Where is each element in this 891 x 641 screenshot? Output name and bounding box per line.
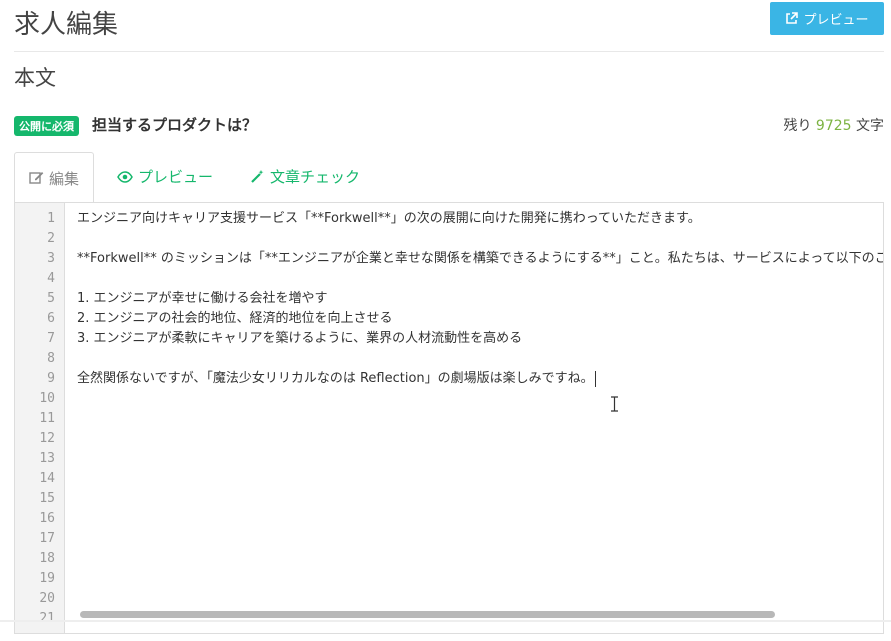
line-number: 17 [39,531,55,546]
remaining-characters: 残り 9725 文字 [783,115,884,135]
text-cursor [594,370,596,387]
tab-edit[interactable]: 編集 [14,152,95,204]
line-number: 8 [47,351,55,366]
editor-line: 全然関係ないですが、「魔法少女リリカルなのは Reflection」の劇場版は楽… [77,371,594,386]
markdown-editor[interactable]: 1 2 3 4 5 6 7 8 9 10 11 12 13 14 15 16 1… [14,202,884,634]
magic-wand-icon [250,169,265,184]
line-number: 3 [47,251,55,266]
field-label: 担当するプロダクトは？ [92,116,258,134]
required-badge: 公開に必須 [14,116,79,136]
editor-line: **Forkwell** のミッションは「**エンジニアが企業と幸せな関係を構築… [77,251,884,266]
line-number: 16 [39,511,55,526]
editor-line: エンジニア向けキャリア支援サービス「**Forkwell**」の次の展開に向けた… [77,211,701,226]
editor-tabs: 編集 プレビュー 文章チェック [14,152,884,204]
section-title: 本文 [14,66,56,90]
ibeam-cursor-icon [610,396,619,412]
external-link-icon [785,12,799,25]
line-number: 18 [39,551,55,566]
line-number: 5 [47,291,55,306]
line-number: 9 [47,371,55,386]
line-number: 6 [47,311,55,326]
edit-icon [29,171,44,185]
line-number: 1 [47,211,55,226]
scrollbar-thumb[interactable] [80,611,775,618]
tab-edit-label: 編集 [49,169,80,188]
editor-line: 2. エンジニアの社会的地位、経済的地位を向上させる [77,311,393,326]
line-number: 15 [39,491,55,506]
page-title: 求人編集 [14,10,119,40]
line-number: 4 [47,271,55,286]
line-number: 20 [39,591,55,606]
line-number: 12 [39,431,55,446]
tab-preview-label: プレビュー [138,168,214,186]
tab-text-check[interactable]: 文章チェック [250,152,360,201]
line-number-gutter: 1 2 3 4 5 6 7 8 9 10 11 12 13 14 15 16 1… [15,203,65,633]
horizontal-scrollbar[interactable] [77,609,883,619]
remaining-count: 9725 [815,118,852,134]
line-number: 19 [39,571,55,586]
preview-button-label: プレビュー [803,13,869,28]
eye-icon [117,170,133,183]
remaining-suffix: 文字 [856,118,884,134]
line-number: 21 [39,611,55,626]
preview-button[interactable]: プレビュー [770,2,884,35]
remaining-prefix: 残り [783,118,812,134]
editor-line: 1. エンジニアが幸せに働ける会社を増やす [77,291,328,306]
line-number: 2 [47,231,55,246]
editor-text-area[interactable]: エンジニア向けキャリア支援サービス「**Forkwell**」の次の展開に向けた… [77,209,883,389]
divider [14,51,884,52]
line-number: 13 [39,451,55,466]
line-number: 10 [39,391,55,406]
tab-text-check-label: 文章チェック [270,168,361,186]
editor-line-with-cursor: 全然関係ないですが、「魔法少女リリカルなのは Reflection」の劇場版は楽… [77,369,883,389]
tab-preview[interactable]: プレビュー [117,152,213,201]
editor-line: 3. エンジニアが柔軟にキャリアを築けるように、業界の人材流動性を高める [77,331,523,346]
line-number: 7 [47,331,55,346]
line-number: 11 [39,411,55,426]
divider [0,620,891,622]
line-number: 14 [39,471,55,486]
